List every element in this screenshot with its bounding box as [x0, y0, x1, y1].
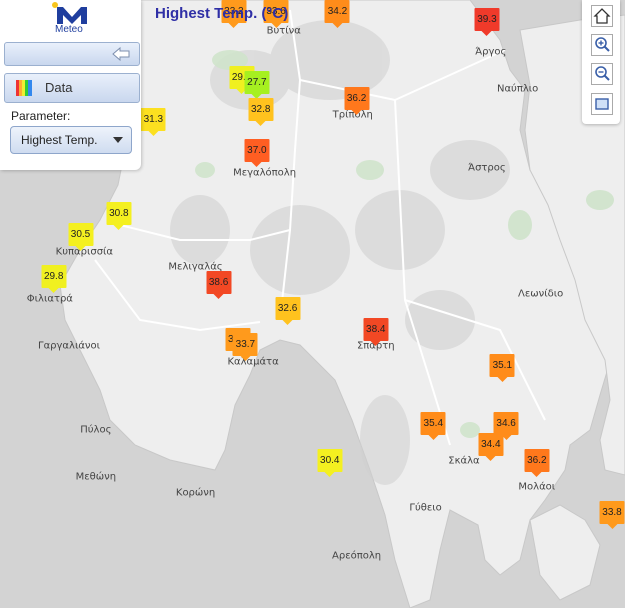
station-marker[interactable]: 30.5 — [68, 223, 94, 252]
logo-text: Meteo — [55, 24, 83, 35]
parameter-select-value: Highest Temp. — [21, 133, 98, 147]
station-marker[interactable]: 38.4 — [363, 317, 389, 346]
station-value: 34.2 — [327, 6, 348, 17]
zoom-out-icon[interactable] — [591, 63, 613, 85]
station-value: 39.3 — [477, 14, 497, 26]
parameter-select[interactable]: Highest Temp. — [10, 126, 132, 154]
station-marker[interactable]: 30.4 — [317, 448, 343, 477]
station-marker[interactable]: 33.8 — [599, 501, 625, 530]
station-marker[interactable]: 33.7 — [232, 333, 258, 362]
collapse-panel-button[interactable] — [4, 42, 140, 66]
town-label: Φιλιατρά — [26, 293, 73, 305]
town-label: Σκάλα — [448, 455, 480, 467]
station-value: 38.6 — [208, 276, 229, 288]
fit-extent-icon[interactable] — [591, 93, 613, 115]
station-value: 35.1 — [492, 360, 513, 372]
station-marker[interactable]: 36.2 — [524, 448, 550, 477]
station-value: 36.2 — [527, 454, 547, 466]
station-value: 37.0 — [247, 145, 267, 157]
station-value: 33.8 — [602, 507, 622, 519]
town-label: Γαργαλιάνοι — [38, 340, 101, 352]
station-marker[interactable]: 34.4 — [478, 433, 504, 461]
arrow-left-icon — [112, 46, 130, 62]
station-marker[interactable]: 31.3 — [140, 108, 166, 137]
town-label: Μεθώνη — [75, 471, 117, 483]
station-value: 30.8 — [109, 208, 129, 220]
town-label: Γύθειο — [409, 502, 442, 514]
station-value: 33.7 — [235, 339, 256, 351]
station-value: 30.5 — [70, 229, 91, 241]
station-value: 31.3 — [143, 114, 164, 126]
parameter-label: Parameter: — [11, 109, 71, 123]
data-tab[interactable]: Data — [4, 73, 140, 103]
station-value: 34.4 — [481, 439, 501, 450]
caret-down-icon — [113, 137, 123, 143]
station-marker[interactable]: 30.8 — [106, 202, 132, 231]
station-marker[interactable]: 39.3 — [474, 8, 500, 37]
station-marker[interactable]: 32.6 — [275, 296, 301, 325]
station-marker[interactable]: 32.8 — [248, 97, 274, 126]
color-palette-icon — [16, 80, 32, 96]
station-value: 32.8 — [251, 103, 271, 115]
map-toolbar — [582, 0, 620, 124]
station-marker[interactable]: 34.2 — [324, 0, 350, 28]
station-marker[interactable]: 38.6 — [206, 270, 232, 299]
map-title: Highest Temp. (°C) — [155, 5, 289, 22]
station-marker[interactable]: 36.2 — [344, 87, 370, 116]
station-value: 35.4 — [423, 418, 444, 430]
home-icon[interactable] — [591, 5, 613, 27]
station-value: 30.4 — [320, 454, 340, 466]
station-marker[interactable]: 27.7 — [244, 71, 270, 100]
town-label: Αρεόπολη — [332, 550, 382, 562]
station-marker[interactable]: 37.0 — [244, 139, 270, 168]
station-marker[interactable]: 35.1 — [489, 354, 515, 383]
station-marker[interactable]: 29.8 — [41, 265, 67, 294]
station-value: 36.2 — [346, 93, 367, 105]
station-value: 29.8 — [43, 271, 64, 283]
town-label: Κορώνη — [175, 487, 216, 499]
town-label: Άστρος — [468, 162, 506, 174]
station-marker[interactable]: 35.4 — [420, 412, 446, 441]
town-label: Καλαμάτα — [227, 356, 279, 368]
town-label: Μεγαλόπολη — [233, 167, 297, 179]
station-value: 32.6 — [277, 302, 298, 314]
town-label: Μολάοι — [518, 481, 556, 493]
town-label: Πύλος — [80, 424, 112, 436]
town-label: Ναύπλιο — [496, 83, 539, 95]
station-marker[interactable]: 34.6 — [493, 412, 519, 441]
station-value: 34.6 — [496, 418, 516, 430]
town-label: Λεωνίδιο — [518, 288, 564, 300]
side-panel: Meteo Data Parameter: Highest Temp. — [0, 0, 141, 170]
station-value: 38.4 — [366, 323, 386, 335]
data-tab-label: Data — [45, 80, 73, 95]
zoom-in-icon[interactable] — [591, 34, 613, 56]
town-label: Άργος — [475, 46, 507, 58]
station-value: 27.7 — [247, 77, 267, 89]
